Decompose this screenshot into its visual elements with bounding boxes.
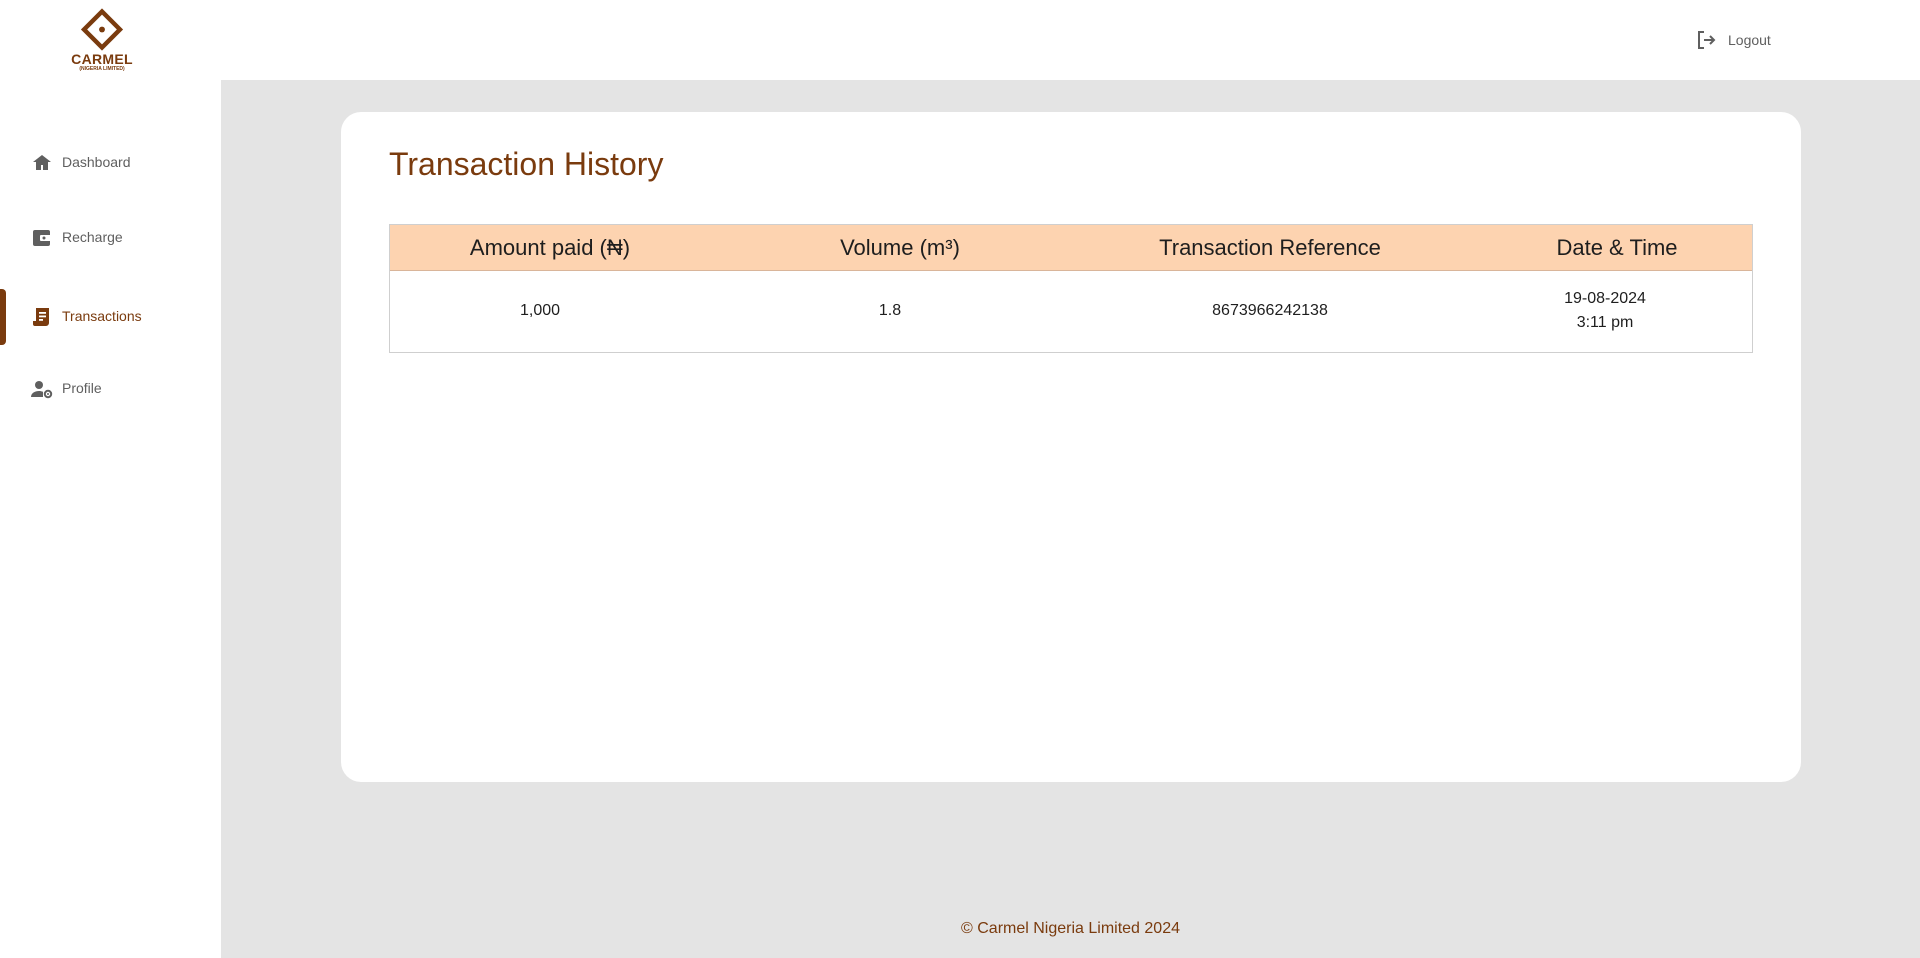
sidebar-item-dashboard[interactable]: Dashboard — [0, 135, 221, 191]
logo-diamond-icon — [80, 8, 124, 51]
logo-name: CARMEL — [71, 51, 133, 67]
cell-time: 3:11 pm — [1576, 314, 1634, 331]
logo-subtitle: (NIGERIA LIMITED) — [79, 66, 125, 72]
sidebar-item-label: Recharge — [62, 229, 123, 245]
home-icon — [33, 155, 51, 170]
receipt-icon — [33, 308, 49, 326]
sidebar-item-label: Dashboard — [62, 154, 131, 170]
sidebar-item-transactions[interactable]: Transactions — [0, 289, 221, 345]
transaction-card: Transaction History Amount paid (₦) Volu… — [341, 112, 1801, 782]
cell-volume: 1.8 — [878, 302, 902, 319]
logout-icon — [1698, 31, 1716, 49]
main-content: Transaction History Amount paid (₦) Volu… — [221, 80, 1920, 958]
page-title: Transaction History — [389, 146, 664, 182]
column-header-amount: Amount paid (₦) — [469, 235, 631, 260]
logout-button[interactable]: Logout — [1694, 28, 1771, 52]
user-settings-icon — [31, 381, 53, 399]
sidebar-item-recharge[interactable]: Recharge — [0, 210, 221, 266]
table-header: Amount paid (₦) Volume (m³) Transaction … — [390, 225, 1752, 271]
logout-label: Logout — [1728, 32, 1771, 48]
sidebar-item-label: Profile — [62, 380, 102, 396]
cell-amount: 1,000 — [519, 302, 561, 319]
sidebar-item-label: Transactions — [62, 308, 142, 324]
column-header-volume: Volume (m³) — [840, 235, 960, 260]
carmel-logo[interactable]: CARMEL (NIGERIA LIMITED) — [70, 8, 134, 72]
footer-copyright: © Carmel Nigeria Limited 2024 — [961, 920, 1180, 937]
column-header-date-time: Date & Time — [1556, 235, 1678, 260]
cell-reference: 8673966242138 — [1212, 302, 1328, 319]
sidebar: Dashboard Recharge Transactions Profile — [0, 80, 221, 958]
sidebar-item-profile[interactable]: Profile — [0, 361, 221, 417]
column-header-reference: Transaction Reference — [1159, 235, 1381, 260]
top-bar: CARMEL (NIGERIA LIMITED) Logout — [0, 0, 1920, 80]
wallet-icon — [33, 230, 51, 246]
cell-date: 19-08-2024 — [1564, 290, 1646, 307]
transactions-table: Amount paid (₦) Volume (m³) Transaction … — [389, 224, 1753, 353]
